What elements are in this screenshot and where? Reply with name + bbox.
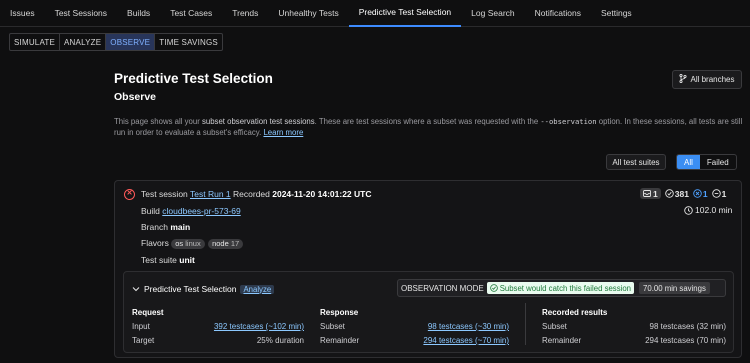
session-link[interactable]: Test Run 1 [190,189,231,199]
session-stats: 1 381 1 1 [640,188,726,199]
recorded-remainder-label: Remainder [542,336,582,345]
recorded-subset-value: 98 testcases (32 min) [649,322,726,331]
subtab-bar: SIMULATE ANALYZE OBSERVE TIME SAVINGS [9,33,223,51]
recorded-results-heading: Recorded results [542,308,608,317]
tab-trends[interactable]: Trends [222,0,268,27]
recorded-remainder-value: 294 testcases (70 min) [645,336,726,345]
all-branches-button[interactable]: All branches [672,70,742,89]
clock-icon [684,205,693,215]
target-label: Target [132,336,155,345]
tab-log-search[interactable]: Log Search [461,0,524,27]
desc-text-1: This page shows all your [114,117,202,126]
flavor-key: os [175,239,184,248]
passed-count: 381 [664,188,689,199]
flavor-value: linux [185,239,201,248]
check-circle-icon [664,189,674,198]
flavor-key: node [212,239,229,248]
branch-value: main [170,222,191,232]
subtab-time-savings[interactable]: TIME SAVINGS [155,34,222,50]
flavors-label: Flavors [141,238,169,248]
observation-mode-label: OBSERVATION MODE [401,283,484,293]
input-label: Input [132,322,150,331]
pts-title: Predictive Test Selection [144,284,237,294]
analyze-link[interactable]: Analyze [240,284,275,294]
tab-test-sessions[interactable]: Test Sessions [45,0,117,27]
build-label: Build [141,206,160,216]
status-filter: All Failed [676,154,737,170]
session-label: Test session [141,189,188,199]
request-heading: Request [132,308,164,317]
test-session-card: ✕ Test session Test Run 1 Recorded 2024-… [114,180,742,358]
desc-code: --observation [540,117,597,126]
branch-icon [679,73,688,85]
branch-row: Branch main [141,222,190,232]
page-subtitle: Observe [114,91,157,103]
flavor-value: 17 [230,239,240,248]
suite-row: Test suite unit [141,255,195,265]
passed-count-value: 381 [674,188,689,199]
failed-x-icon: ✕ [124,189,135,200]
recorded-label: Recorded [233,189,270,199]
all-test-suites-button[interactable]: All test suites [606,154,666,170]
failed-count: 1 [693,189,708,199]
catch-text: Subset would catch this failed session [499,283,632,293]
suite-label: Test suite [141,255,177,265]
branch-label: Branch [141,222,168,232]
skipped-count: 1 [711,188,727,199]
duration-value: 102.0 min [695,205,733,215]
input-link[interactable]: 392 testcases (~102 min) [214,322,304,331]
minus-circle-icon [711,189,721,198]
tab-settings[interactable]: Settings [591,0,642,27]
x-circle-icon [693,189,702,198]
pts-panel-header[interactable]: Predictive Test Selection Analyze [132,284,275,294]
recorded-timestamp: 2024-11-20 14:01:22 UTC [272,189,372,199]
flavor-pill: os linux [171,239,205,249]
message-icon [643,190,651,197]
response-subset-label: Subset [320,322,345,331]
recorded-subset-label: Subset [542,322,567,331]
check-circle-icon [489,284,498,292]
savings-badge: 70.00 min savings [639,282,710,294]
desc-text-2: . These are test sessions where a subset… [314,117,541,126]
response-remainder-link[interactable]: 294 testcases (~70 min) [423,336,509,345]
build-row: Build cloudbees-pr-573-69 [141,206,241,216]
skipped-count-value: 1 [721,188,727,199]
tab-predictive-test-selection[interactable]: Predictive Test Selection [348,0,462,27]
target-value: 25% duration [256,336,304,345]
subtab-observe[interactable]: OBSERVE [106,34,156,50]
chevron-down-icon [132,287,140,292]
tab-builds[interactable]: Builds [117,0,160,27]
build-link[interactable]: cloudbees-pr-573-69 [162,206,240,216]
session-duration: 102.0 min [684,205,732,215]
subtab-analyze[interactable]: ANALYZE [60,34,107,50]
tab-test-cases[interactable]: Test Cases [160,0,222,27]
all-branches-label: All branches [690,75,735,84]
failed-count-value: 1 [702,188,708,199]
top-nav: Issues Test Sessions Builds Test Cases T… [0,0,750,27]
response-heading: Response [320,308,359,317]
desc-bold: subset observation test sessions [201,117,315,126]
response-subset-link[interactable]: 98 testcases (~30 min) [428,322,509,331]
page-description: This page shows all your subset observat… [114,117,744,138]
page-title: Predictive Test Selection [114,71,273,86]
filter-failed[interactable]: Failed [700,155,736,169]
message-count[interactable]: 1 [640,188,661,199]
session-header: Test session Test Run 1 Recorded 2024-11… [141,189,371,199]
learn-more-link[interactable]: Learn more [263,128,303,137]
pts-panel: Predictive Test Selection Analyze OBSERV… [123,271,734,353]
filter-all[interactable]: All [677,155,700,169]
column-divider [525,303,526,345]
catch-badge: Subset would catch this failed session [486,282,635,294]
tab-issues[interactable]: Issues [0,0,45,27]
tab-notifications[interactable]: Notifications [525,0,591,27]
flavors-row: Flavors os linux node 17 [141,238,244,249]
tab-unhealthy-tests[interactable]: Unhealthy Tests [268,0,348,27]
suite-value: unit [179,255,195,265]
message-count-value: 1 [653,188,658,199]
subtab-simulate[interactable]: SIMULATE [10,34,61,50]
flavor-pill: node 17 [208,239,244,249]
response-remainder-label: Remainder [320,336,360,345]
observation-mode-bar: OBSERVATION MODE Subset would catch this… [397,279,726,297]
